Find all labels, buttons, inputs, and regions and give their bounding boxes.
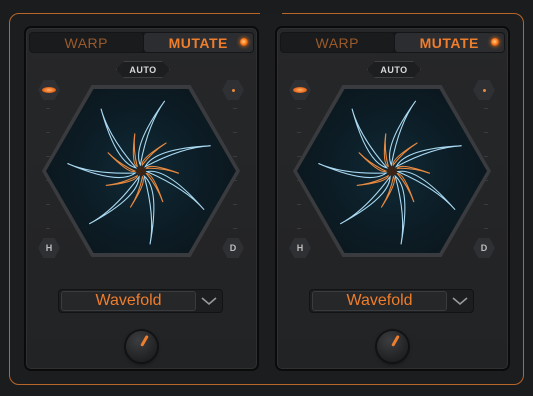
eye-button[interactable] xyxy=(289,80,311,100)
panel-left: WARP MUTATE AUTO H D Wavefold xyxy=(24,26,259,371)
algorithm-select-value: Wavefold xyxy=(312,291,447,311)
dot-icon xyxy=(231,88,235,92)
algorithm-select-value: Wavefold xyxy=(61,291,196,311)
flower-core xyxy=(387,166,397,176)
outer-petal xyxy=(394,145,462,169)
h-button[interactable]: H xyxy=(38,238,60,258)
panel-right: WARP MUTATE AUTO H D Wavefold xyxy=(275,26,510,371)
h-button[interactable]: H xyxy=(289,238,311,258)
outer-petal xyxy=(351,108,389,169)
knob-indicator xyxy=(391,334,400,347)
algorithm-select[interactable]: Wavefold xyxy=(309,289,474,313)
outer-petal xyxy=(394,174,406,245)
eye-icon xyxy=(293,87,307,93)
amount-knob[interactable] xyxy=(126,331,157,362)
chevron-down-icon[interactable] xyxy=(196,291,222,311)
warp-button[interactable]: WARP xyxy=(30,33,143,52)
dot-button[interactable] xyxy=(222,80,244,100)
frame-notch xyxy=(260,13,282,15)
auto-button[interactable]: AUTO xyxy=(116,61,170,78)
outer-petal xyxy=(138,100,166,167)
d-button[interactable]: D xyxy=(222,238,244,258)
mutation-visualizer[interactable] xyxy=(42,85,240,257)
visualizer-display xyxy=(297,89,487,253)
mutate-button[interactable]: MUTATE xyxy=(143,33,253,52)
flower-shape xyxy=(67,100,211,245)
mutate-led-icon xyxy=(240,38,248,46)
mode-switch: WARP MUTATE xyxy=(29,32,254,53)
outer-petal xyxy=(396,170,456,211)
outer-petal xyxy=(145,170,205,211)
dot-button[interactable] xyxy=(473,80,495,100)
outer-petal xyxy=(143,174,155,245)
d-button[interactable]: D xyxy=(473,238,495,258)
outer-petal xyxy=(100,108,138,169)
knob-indicator xyxy=(140,334,149,347)
visualizer-display xyxy=(46,89,236,253)
mutation-visualizer[interactable] xyxy=(293,85,491,257)
dot-icon xyxy=(482,88,486,92)
mode-switch: WARP MUTATE xyxy=(280,32,505,53)
inner-petal xyxy=(145,165,180,174)
eye-button[interactable] xyxy=(38,80,60,100)
auto-button[interactable]: AUTO xyxy=(367,61,421,78)
flower-core xyxy=(136,166,146,176)
mutate-led-icon xyxy=(491,38,499,46)
mutate-label: MUTATE xyxy=(168,34,228,51)
amount-knob[interactable] xyxy=(377,331,408,362)
mutate-label: MUTATE xyxy=(419,34,479,51)
mutate-button[interactable]: MUTATE xyxy=(394,33,504,52)
warp-button[interactable]: WARP xyxy=(281,33,394,52)
eye-icon xyxy=(42,87,56,93)
chevron-down-icon[interactable] xyxy=(447,291,473,311)
outer-petal xyxy=(143,145,211,169)
inner-petal xyxy=(396,165,431,174)
flower-shape xyxy=(318,100,462,245)
outer-petal xyxy=(389,100,417,167)
inner-petal xyxy=(383,133,390,168)
inner-petal xyxy=(132,133,139,168)
algorithm-select[interactable]: Wavefold xyxy=(58,289,223,313)
